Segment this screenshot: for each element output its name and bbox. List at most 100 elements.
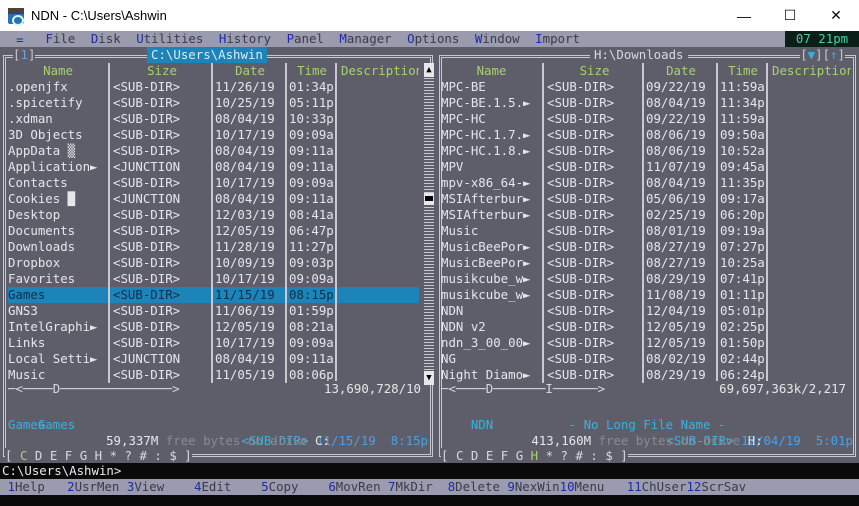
file-row[interactable]: MusicBeePor► <SUB-DIR> 08/27/19 07:27p	[441, 239, 851, 255]
file-row[interactable]: Local Setti► <JUNCTION 08/04/19 09:11a	[8, 351, 419, 367]
file-row[interactable]: musikcube_w► <SUB-DIR> 11/08/19 01:11p	[441, 287, 851, 303]
file-row[interactable]: MusicBeePor► <SUB-DIR> 08/27/19 10:25a	[441, 255, 851, 271]
file-row[interactable]: MPC-HC.1.8.► <SUB-DIR> 08/06/19 10:52a	[441, 143, 851, 159]
command-line-input[interactable]: C:\Users\Ashwin>	[0, 463, 859, 479]
menu-utilities[interactable]: Utilities	[136, 31, 203, 47]
file-list[interactable]: Name Size Date Time Description .openjfx…	[8, 63, 419, 385]
drive-special[interactable]: ?	[561, 448, 568, 463]
maximize-button[interactable]: ☐	[767, 0, 813, 31]
drive-h[interactable]: H	[95, 448, 102, 463]
menu-disk[interactable]: Disk	[91, 31, 121, 47]
fkey-mkdir-button[interactable]: 7MkDir	[388, 479, 448, 495]
file-row[interactable]: Games <SUB-DIR> 11/15/19 08:15p	[8, 287, 419, 303]
file-row[interactable]: MPC-HC <SUB-DIR> 09/22/19 11:59a	[441, 111, 851, 127]
column-header-size[interactable]: Size	[108, 63, 211, 79]
fkey-view-button[interactable]: 3View	[127, 479, 194, 495]
file-row[interactable]: Cookies █ <JUNCTION 08/04/19 09:11a	[8, 191, 419, 207]
file-size: <SUB-DIR>	[542, 239, 642, 255]
file-size: <SUB-DIR>	[542, 111, 642, 127]
file-row[interactable]: .openjfx <SUB-DIR> 11/26/19 01:34p	[8, 79, 419, 95]
scroll-thumb[interactable]	[424, 193, 434, 205]
column-header-time[interactable]: Time	[716, 63, 766, 79]
fkey-copy-button[interactable]: 5Copy	[261, 479, 328, 495]
drive-special[interactable]: ?	[125, 448, 132, 463]
column-header-name[interactable]: Name	[8, 63, 108, 79]
drive-special[interactable]: :	[154, 448, 161, 463]
file-row[interactable]: NG <SUB-DIR> 08/02/19 02:44p	[441, 351, 851, 367]
column-header-time[interactable]: Time	[285, 63, 335, 79]
file-row[interactable]: Application► <JUNCTION 08/04/19 09:11a	[8, 159, 419, 175]
fkey-chuser-button[interactable]: 11ChUser	[627, 479, 687, 495]
file-row[interactable]: IntelGraphi► <SUB-DIR> 12/05/19 08:21a	[8, 319, 419, 335]
system-menu-button[interactable]: =	[16, 32, 23, 47]
drive-special[interactable]: :	[590, 448, 597, 463]
menu-manager[interactable]: Manager	[339, 31, 391, 47]
menu-import[interactable]: Import	[535, 31, 580, 47]
close-button[interactable]: ✕	[813, 0, 859, 31]
file-row[interactable]: Links <SUB-DIR> 10/17/19 09:09a	[8, 335, 419, 351]
column-header-name[interactable]: Name	[441, 63, 542, 79]
file-row[interactable]: Desktop <SUB-DIR> 12/03/19 08:41a	[8, 207, 419, 223]
file-row[interactable]: MPC-BE.1.5.► <SUB-DIR> 08/04/19 11:34p	[441, 95, 851, 111]
column-header-size[interactable]: Size	[542, 63, 642, 79]
file-name: 3D Objects	[8, 127, 83, 142]
fkey-menu-button[interactable]: 10Menu	[560, 479, 627, 495]
fkey-label: Menu	[574, 479, 627, 494]
drive-special[interactable]: *	[110, 448, 117, 463]
file-row[interactable]: AppData ▒ <SUB-DIR> 08/04/19 09:11a	[8, 143, 419, 159]
drive-special[interactable]: $	[605, 448, 612, 463]
file-row[interactable]: MPV <SUB-DIR> 11/07/19 09:45a	[441, 159, 851, 175]
menu-history[interactable]: History	[219, 31, 271, 47]
file-date: 11/26/19	[211, 79, 285, 95]
file-list[interactable]: Name Size Date Time Description MPC-BE <S…	[441, 63, 851, 385]
file-row[interactable]: mpv-x86_64-► <SUB-DIR> 08/04/19 11:35p	[441, 175, 851, 191]
column-header-description[interactable]: Description	[766, 63, 851, 79]
file-row[interactable]: Downloads <SUB-DIR> 11/28/19 11:27p	[8, 239, 419, 255]
file-row[interactable]: MSIAfterbur► <SUB-DIR> 02/25/19 06:20p	[441, 207, 851, 223]
file-name: MPC-HC.1.7.►	[441, 127, 531, 142]
file-row[interactable]: ndn_3_00_00► <SUB-DIR> 12/05/19 01:50p	[441, 335, 851, 351]
drive-h[interactable]: H	[531, 448, 538, 463]
column-header-date[interactable]: Date	[211, 63, 285, 79]
right-file-panel[interactable]: H:\Downloads [▼][↑] Name Size Date Time …	[436, 47, 859, 464]
up-arrow-icon[interactable]: ↑	[830, 47, 837, 62]
menu-file[interactable]: File	[45, 31, 75, 47]
menu-panel[interactable]: Panel	[287, 31, 324, 47]
file-row[interactable]: GNS3 <SUB-DIR> 11/06/19 01:59p	[8, 303, 419, 319]
column-header-date[interactable]: Date	[642, 63, 716, 79]
drive-special[interactable]: #	[575, 448, 582, 463]
file-row[interactable]: MPC-BE <SUB-DIR> 09/22/19 11:59a	[441, 79, 851, 95]
fkey-usrmen-button[interactable]: 2UsrMen	[67, 479, 127, 495]
drive-special[interactable]: #	[139, 448, 146, 463]
file-row[interactable]: Music <SUB-DIR> 08/01/19 09:19a	[441, 223, 851, 239]
fkey-edit-button[interactable]: 4Edit	[194, 479, 261, 495]
file-name: MusicBeePor►	[441, 239, 531, 254]
file-row[interactable]: NDN <SUB-DIR> 12/04/19 05:01p	[441, 303, 851, 319]
file-row[interactable]: NDN v2 <SUB-DIR> 12/05/19 02:25p	[441, 319, 851, 335]
file-row[interactable]: .spicetify <SUB-DIR> 10/25/19 05:11p	[8, 95, 419, 111]
drive-special[interactable]: $	[169, 448, 176, 463]
file-name: Cookies █	[8, 191, 76, 206]
menu-window[interactable]: Window	[475, 31, 520, 47]
scroll-up-arrow-icon[interactable]: ▲	[424, 63, 434, 77]
column-header-description[interactable]: Description	[335, 63, 419, 79]
drive-special[interactable]: *	[546, 448, 553, 463]
file-row[interactable]: MPC-HC.1.7.► <SUB-DIR> 08/06/19 09:50a	[441, 127, 851, 143]
file-row[interactable]: 3D Objects <SUB-DIR> 10/17/19 09:09a	[8, 127, 419, 143]
file-row[interactable]: Favorites <SUB-DIR> 10/17/19 09:09a	[8, 271, 419, 287]
file-row[interactable]: Contacts <SUB-DIR> 10/17/19 09:09a	[8, 175, 419, 191]
left-file-panel[interactable]: [1] C:\Users\Ashwin Name Size Date Time …	[0, 47, 436, 464]
file-row[interactable]: MSIAfterbur► <SUB-DIR> 05/06/19 09:17a	[441, 191, 851, 207]
file-row[interactable]: .xdman <SUB-DIR> 08/04/19 10:33p	[8, 111, 419, 127]
fkey-scrsav-button[interactable]: 12ScrSav	[686, 479, 746, 495]
fkey-delete-button[interactable]: 8Delete	[448, 479, 508, 495]
scrollbar[interactable]: ▲ ▼	[424, 63, 434, 385]
fkey-nexwin-button[interactable]: 9NexWin	[507, 479, 559, 495]
file-row[interactable]: musikcube_w► <SUB-DIR> 08/29/19 07:41p	[441, 271, 851, 287]
file-row[interactable]: Documents <SUB-DIR> 12/05/19 06:47p	[8, 223, 419, 239]
fkey-help-button[interactable]: 1Help	[7, 479, 67, 495]
file-row[interactable]: Dropbox <SUB-DIR> 10/09/19 09:03p	[8, 255, 419, 271]
fkey-movren-button[interactable]: 6MovRen	[328, 479, 388, 495]
minimize-button[interactable]: —	[721, 0, 767, 31]
menu-options[interactable]: Options	[407, 31, 459, 47]
